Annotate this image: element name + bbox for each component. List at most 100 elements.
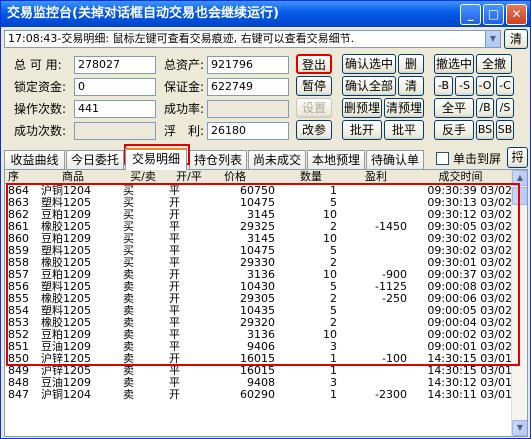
confirm-all-button[interactable]: 确认全部	[342, 76, 396, 96]
header-product[interactable]: 商品	[41, 170, 105, 184]
row-seq: 857	[8, 269, 29, 281]
bs-button[interactable]: BS	[476, 120, 494, 140]
tab-awaiting-confirm[interactable]: 待确认单	[366, 150, 424, 169]
header-buy-sell[interactable]: 买/卖	[123, 170, 163, 184]
slash-s-button[interactable]: /S	[496, 98, 514, 118]
table-row[interactable]: 848 豆油1209 卖平 9408 3 14:30:12 03/01	[5, 377, 512, 389]
row-price: 29330	[240, 257, 275, 269]
row-price: 60290	[240, 389, 275, 401]
delete-pending-button[interactable]: 删预埋	[342, 98, 382, 118]
batch-open-button[interactable]: 批开	[342, 120, 382, 140]
row-product: 豆粕1209	[41, 209, 91, 221]
row-buy-sell: 卖	[123, 269, 134, 281]
delete-button[interactable]: 删	[398, 54, 424, 74]
table-row[interactable]: 851 豆油1209 卖平 9406 3 09:00:01 03/02	[5, 341, 512, 353]
row-buy-sell: 卖	[123, 293, 134, 305]
confirm-selected-button[interactable]: 确认选中	[342, 54, 396, 74]
table-row[interactable]: 861 橡胶1205 买平 29325 2 -1450 09:30:05 03/02	[5, 221, 512, 233]
reverse-button[interactable]: 反手	[434, 120, 474, 140]
click-to-screen-checkbox[interactable]: 单击到屏	[436, 149, 501, 168]
header-price[interactable]: 价格	[195, 170, 275, 184]
row-quantity: 1	[330, 365, 337, 377]
clear-message-button[interactable]: 清	[504, 29, 528, 49]
vertical-scrollbar[interactable]: ▲ ▼	[511, 170, 527, 436]
checkbox-box[interactable]	[436, 152, 449, 165]
row-product: 橡胶1205	[41, 293, 91, 305]
table-row[interactable]: 856 塑料1205 卖开 10430 5 -1125 09:00:08 03/02	[5, 281, 512, 293]
tab-trade-details[interactable]: 交易明细	[125, 148, 187, 170]
pause-button[interactable]: 暂停	[296, 76, 332, 96]
scroll-up-icon[interactable]: ▲	[512, 170, 527, 186]
row-buy-sell: 卖	[123, 341, 134, 353]
table-row[interactable]: 859 塑料1205 买平 10475 5 09:30:02 03/02	[5, 245, 512, 257]
table-row[interactable]: 850 沪锌1205 卖开 16015 1 -100 14:30:15 03/01	[5, 353, 512, 365]
table-row[interactable]: 863 塑料1205 买开 10475 5 09:30:13 03/02	[5, 197, 512, 209]
row-product: 沪铜1204	[41, 185, 91, 197]
tab-local-pending[interactable]: 本地预埋	[307, 150, 365, 169]
message-text: 17:08:43-交易明细: 鼠标左键可查看交易痕迹, 右键可以查看交易细节.	[8, 32, 355, 45]
maximize-button[interactable]: □	[483, 4, 504, 25]
table-row[interactable]: 847 沪铜1204 卖开 60290 1 -2300 14:30:11 03/01	[5, 389, 512, 401]
title-bar[interactable]: 交易监控台(关掉对话框自动交易也会继续运行) _ □ ✕	[1, 1, 530, 27]
sb-button[interactable]: SB	[496, 120, 514, 140]
row-seq: 858	[8, 257, 29, 269]
table-row[interactable]: 858 橡胶1205 买平 29330 2 09:30:01 03/02	[5, 257, 512, 269]
row-seq: 855	[8, 293, 29, 305]
row-trade-time: 09:00:02 03/02	[427, 329, 512, 341]
minus-c-button[interactable]: -C	[496, 76, 514, 96]
clear-pending-button[interactable]: 清预埋	[384, 98, 424, 118]
message-combobox[interactable]: 17:08:43-交易明细: 鼠标左键可查看交易痕迹, 右键可以查看交易细节. …	[4, 30, 501, 48]
table-row[interactable]: 853 橡胶1205 卖平 29320 2 09:00:04 03/02	[5, 317, 512, 329]
table-row[interactable]: 860 豆粕1209 买平 3145 10 09:30:02 03/02	[5, 233, 512, 245]
slash-b-button[interactable]: /B	[476, 98, 494, 118]
header-quantity[interactable]: 数量	[285, 170, 337, 184]
modify-params-button[interactable]: 改参	[296, 120, 332, 140]
tab-positions[interactable]: 持仓列表	[189, 150, 247, 169]
cancel-selected-button[interactable]: 撤选中	[434, 54, 474, 74]
table-row[interactable]: 857 豆粕1209 卖开 3136 10 -900 09:00:37 03/02	[5, 269, 512, 281]
table-row[interactable]: 854 塑料1205 卖平 10435 5 09:00:05 03/02	[5, 305, 512, 317]
settings-button[interactable]: 设置	[296, 98, 332, 118]
trade-details-table[interactable]: 序 商品 买/卖 开/平 价格 数量 盈利 成交时间 864 沪铜1204 买平 60…	[4, 169, 528, 437]
row-quantity: 5	[330, 305, 337, 317]
row-price: 60750	[240, 185, 275, 197]
tab-profit-curve[interactable]: 收益曲线	[4, 150, 65, 169]
tab-today-orders[interactable]: 今日委托	[66, 150, 124, 169]
header-profit[interactable]: 盈利	[345, 170, 407, 184]
row-trade-time: 09:00:05 03/02	[427, 305, 512, 317]
close-button[interactable]: ✕	[506, 4, 527, 25]
scroll-thumb[interactable]	[512, 187, 527, 205]
table-row[interactable]: 852 豆粕1209 卖平 3136 10 09:00:02 03/02	[5, 329, 512, 341]
table-row[interactable]: 864 沪铜1204 买平 60750 1 09:30:39 03/02	[5, 185, 512, 197]
row-quantity: 1	[330, 353, 337, 365]
table-row[interactable]: 855 橡胶1205 卖开 29305 2 -250 09:00:06 03/02	[5, 293, 512, 305]
row-price: 10430	[240, 281, 275, 293]
logout-button[interactable]: 登出	[296, 54, 332, 74]
row-buy-sell: 买	[123, 209, 134, 221]
tab-unfilled[interactable]: 尚未成交	[248, 150, 306, 169]
row-price: 10435	[240, 305, 275, 317]
minus-o-button[interactable]: -O	[476, 76, 494, 96]
row-seq: 863	[8, 197, 29, 209]
row-trade-time: 14:30:11 03/01	[427, 389, 512, 401]
scroll-down-icon[interactable]: ▼	[512, 420, 527, 436]
close-all-button[interactable]: 全平	[434, 98, 474, 118]
jump-button[interactable]: 捋	[507, 147, 528, 168]
header-seq[interactable]: 序	[8, 170, 36, 184]
table-row[interactable]: 849 沪锌1205 卖平 16015 1 14:30:15 03/01	[5, 365, 512, 377]
header-trade-time[interactable]: 成交时间	[409, 170, 512, 184]
minus-s-button[interactable]: -S	[455, 76, 474, 96]
row-profit: -100	[382, 353, 407, 365]
row-price: 29325	[240, 221, 275, 233]
batch-close-button[interactable]: 批平	[384, 120, 424, 140]
row-product: 塑料1205	[41, 305, 91, 317]
dropdown-arrow-icon[interactable]: ▼	[485, 31, 500, 47]
minimize-button[interactable]: _	[460, 4, 481, 25]
table-row[interactable]: 862 豆粕1209 买开 3145 10 09:30:12 03/02	[5, 209, 512, 221]
clear-button[interactable]: 清	[398, 76, 424, 96]
cancel-all-button[interactable]: 全撤	[476, 54, 512, 74]
row-price: 16015	[240, 353, 275, 365]
minus-b-button[interactable]: -B	[434, 76, 453, 96]
operations-count-field: 441	[74, 100, 156, 118]
row-trade-time: 09:30:01 03/02	[427, 257, 512, 269]
